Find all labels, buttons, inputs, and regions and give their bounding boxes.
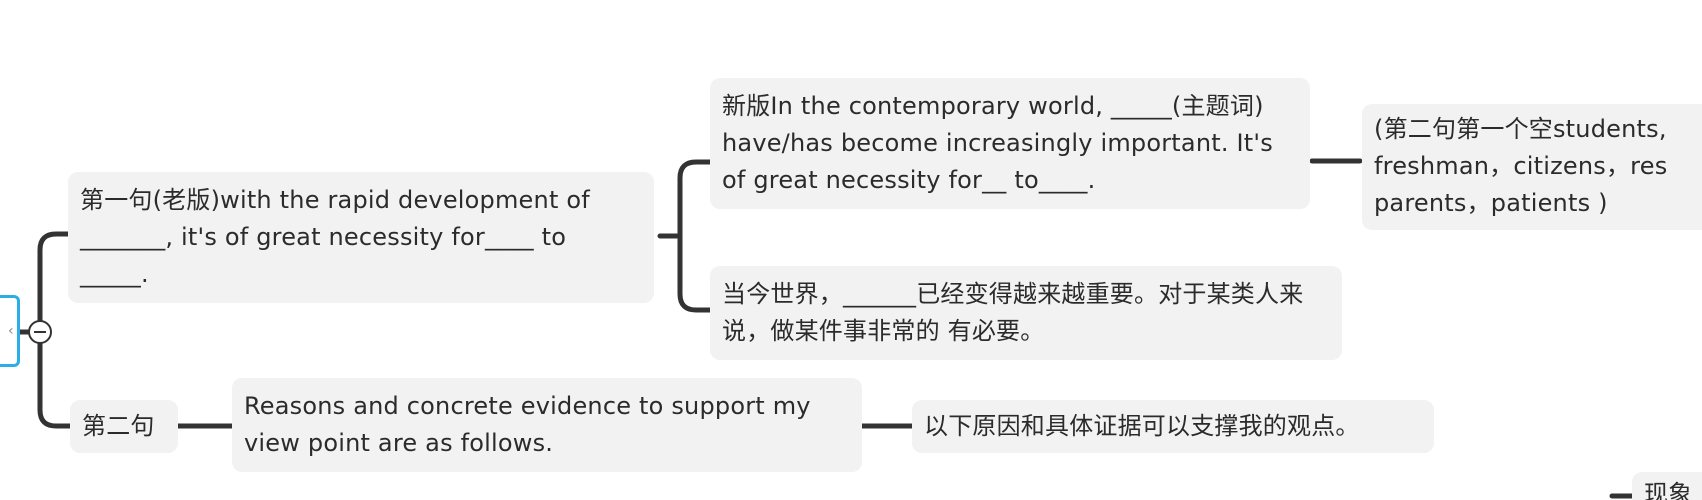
branch1-child1-node[interactable]: 新版In the contemporary world, _____(主题词) … xyxy=(710,78,1310,209)
partial-bottom-label: 现象 xyxy=(1644,480,1693,500)
branch2-chinese-label: 以下原因和具体证据可以支撑我的观点。 xyxy=(924,412,1360,440)
branch1-label: 第一句(老版)with the rapid development of ___… xyxy=(80,186,590,288)
branch2-english-node[interactable]: Reasons and concrete evidence to support… xyxy=(232,378,862,472)
mindmap-canvas: ‹ 第一句(老版)with the rapid development of _… xyxy=(0,0,1702,500)
branch1-child2-node[interactable]: 当今世界，______已经变得越来越重要。对于某类人来说，做某件事非常的 有必要… xyxy=(710,266,1342,360)
partial-bottom-node[interactable]: 现象 xyxy=(1632,472,1702,500)
branch2-english-label: Reasons and concrete evidence to support… xyxy=(244,392,811,457)
branch1-node[interactable]: 第一句(老版)with the rapid development of ___… xyxy=(68,172,654,303)
branch1-child2-label: 当今世界，______已经变得越来越重要。对于某类人来说，做某件事非常的 有必要… xyxy=(722,280,1304,345)
connector-root-branch2 xyxy=(37,341,73,429)
collapse-toggle-button[interactable] xyxy=(28,320,52,344)
connector-root-branch1 xyxy=(37,231,73,335)
branch2-chinese-node[interactable]: 以下原因和具体证据可以支撑我的观点。 xyxy=(912,400,1434,453)
connector-branch1-children xyxy=(657,159,713,313)
branch1-child1-label: 新版In the contemporary world, _____(主题词) … xyxy=(722,92,1273,194)
branch2-label: 第二句 xyxy=(82,412,155,440)
root-node-fragment-icon: ‹ xyxy=(8,323,14,339)
note-node[interactable]: (第二句第一个空students, freshman，citizens，res … xyxy=(1362,104,1702,230)
note-label: (第二句第一个空students, freshman，citizens，res … xyxy=(1374,115,1668,217)
branch2-node[interactable]: 第二句 xyxy=(70,400,178,453)
